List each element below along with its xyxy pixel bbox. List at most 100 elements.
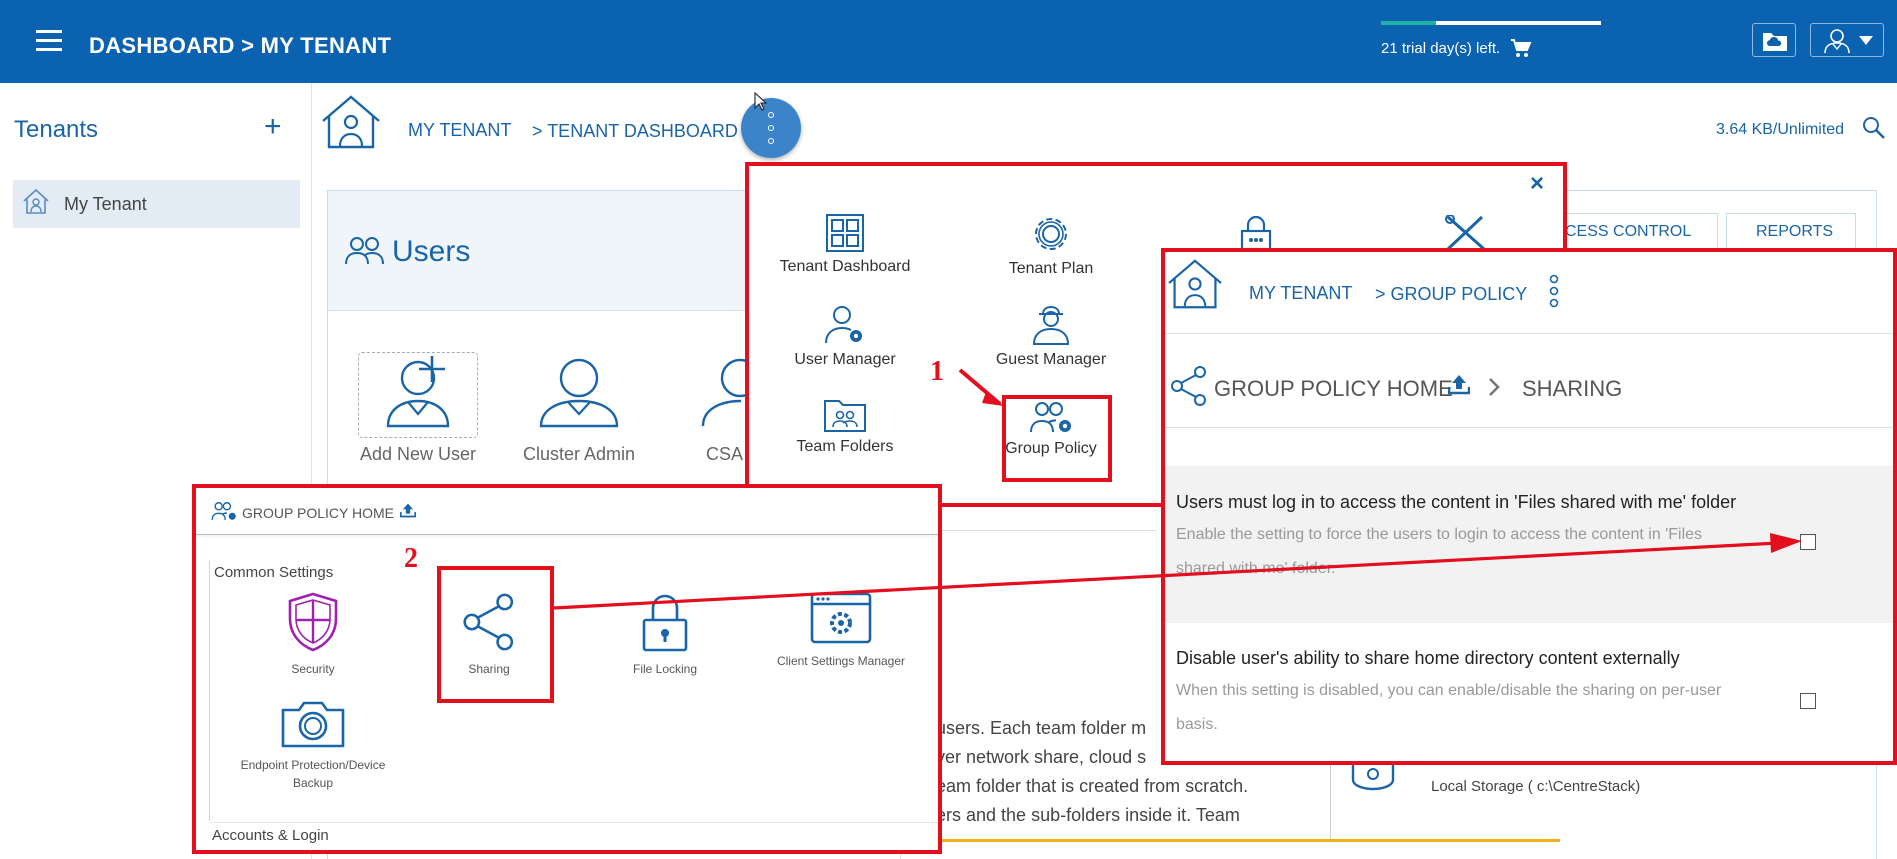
cart-icon[interactable]	[1510, 38, 1532, 58]
user-gear-icon	[825, 306, 862, 344]
mouse-cursor-icon	[754, 92, 768, 111]
more-options-button[interactable]	[741, 98, 801, 158]
group-policy-home-link[interactable]: GROUP POLICY HOME	[1214, 376, 1453, 402]
cluster-admin-icon[interactable]	[538, 356, 620, 428]
policy-item-label: Endpoint Protection/Device Backup	[240, 758, 386, 790]
step-annotation-2: 2	[404, 543, 418, 574]
chevron-right-icon	[1489, 378, 1500, 396]
setting-row: Disable user's ability to share home dir…	[1165, 623, 1893, 761]
divider	[210, 822, 938, 823]
team-folder-icon	[824, 400, 866, 432]
tenants-title: Tenants	[14, 116, 99, 143]
breadcrumb-tenant-link[interactable]: MY TENANT	[408, 120, 511, 141]
setting-description: Enable the setting to force the users to…	[1176, 526, 1703, 577]
upload-icon[interactable]	[400, 502, 416, 518]
gear-icon	[1035, 218, 1067, 250]
setting-title: Disable user's ability to share home dir…	[1176, 648, 1680, 668]
grid-icon	[826, 214, 864, 252]
content-divider-horizontal	[936, 530, 1156, 531]
page-title: DASHBOARD > MY TENANT	[89, 33, 392, 58]
camera-icon	[281, 701, 345, 748]
users-title: Users	[392, 235, 471, 268]
menu-item-tenant-plan[interactable]: Tenant Plan	[961, 214, 1141, 278]
policy-item-endpoint-protection[interactable]: Endpoint Protection/Device Backup	[228, 700, 398, 792]
policy-item-label: File Locking	[632, 662, 698, 676]
divider	[196, 534, 938, 535]
policy-item-label: Client Settings Manager	[776, 654, 906, 668]
breadcrumb-tenant-link[interactable]: MY TENANT	[1249, 283, 1352, 304]
trial-progress-bar	[1381, 21, 1601, 25]
group-users-icon	[211, 502, 236, 520]
notification-bar	[940, 839, 1560, 859]
add-tenant-button[interactable]: +	[264, 110, 282, 144]
lock-icon	[1240, 215, 1272, 249]
chevron-down-icon	[1859, 36, 1873, 45]
house-icon	[23, 188, 49, 214]
sharing-highlight	[437, 566, 554, 703]
local-storage-text: Local Storage ( c:\CentreStack)	[1431, 778, 1641, 795]
policy-item-label: Security	[291, 662, 335, 676]
padlock-icon	[642, 594, 688, 652]
divider	[1165, 333, 1893, 334]
divider	[1165, 427, 1893, 428]
breadcrumb-group-policy-link[interactable]: > GROUP POLICY	[1375, 284, 1527, 305]
csa-user-icon[interactable]	[700, 356, 745, 428]
menu-item-user-manager[interactable]: User Manager	[755, 305, 935, 369]
setting-checkbox[interactable]	[1800, 693, 1816, 709]
menu-item-guest-manager[interactable]: Guest Manager	[961, 305, 1141, 369]
sharing-breadcrumb: SHARING	[1522, 376, 1623, 401]
user-menu-button[interactable]	[1810, 23, 1884, 57]
add-user-icon	[386, 356, 450, 428]
common-settings-heading: Common Settings	[214, 564, 334, 581]
group-policy-highlight	[1002, 395, 1112, 482]
setting-checkbox[interactable]	[1800, 534, 1816, 550]
tenant-home-icon	[322, 95, 380, 149]
users-icon	[345, 237, 384, 265]
group-policy-home-title: GROUP POLICY HOME	[242, 505, 394, 521]
trial-progress-fill	[1381, 21, 1436, 25]
hamburger-menu-icon[interactable]	[36, 30, 62, 52]
add-new-user-label: Add New User	[359, 444, 477, 464]
more-options-icon[interactable]	[1548, 274, 1560, 308]
menu-item-tenant-dashboard[interactable]: Tenant Dashboard	[755, 214, 935, 276]
step-annotation-1: 1	[930, 356, 944, 387]
settings-window-icon	[810, 592, 872, 644]
menu-item-label: Guest Manager	[995, 351, 1107, 368]
tab-reports[interactable]: REPORTS	[1726, 213, 1856, 249]
csa-label: CSA	[706, 444, 744, 464]
breadcrumb-dashboard-link[interactable]: > TENANT DASHBOARD	[532, 121, 738, 142]
menu-item-label: Tenant Dashboard	[779, 258, 911, 275]
top-bar: DASHBOARD > MY TENANT 21 trial day(s) le…	[0, 0, 1897, 83]
storage-usage-text: 3.64 KB/Unlimited	[1716, 121, 1845, 138]
menu-item-label: Team Folders	[796, 438, 894, 455]
setting-title: Users must log in to access the content …	[1176, 492, 1737, 512]
search-icon[interactable]	[1862, 116, 1886, 140]
menu-item-label: User Manager	[794, 351, 896, 368]
policy-item-security[interactable]: Security	[228, 592, 398, 678]
policy-item-client-settings-manager[interactable]: Client Settings Manager	[756, 592, 926, 670]
trial-days-text: 21 trial day(s) left.	[1381, 40, 1501, 57]
users-section-header	[328, 191, 748, 311]
tenant-home-icon	[1168, 259, 1222, 309]
accounts-login-heading: Accounts & Login	[212, 827, 329, 844]
policy-item-file-locking[interactable]: File Locking	[580, 592, 750, 678]
tab-reports-label: REPORTS	[1756, 223, 1834, 240]
tab-access-control[interactable]: CESS CONTROL	[1552, 213, 1718, 249]
tab-access-label: CESS CONTROL	[1565, 223, 1692, 240]
team-text-line: eam folder that is created from scratch.	[936, 776, 1249, 796]
upload-icon[interactable]	[1448, 373, 1470, 395]
section-rule	[209, 561, 210, 821]
tenant-item-label: My Tenant	[64, 194, 147, 214]
share-icon	[1171, 366, 1206, 406]
menu-item-team-folders[interactable]: Team Folders	[755, 398, 935, 456]
close-icon[interactable]: ×	[1530, 170, 1544, 198]
cloud-folder-button[interactable]	[1752, 23, 1796, 57]
setting-row: Users must log in to access the content …	[1165, 466, 1893, 623]
user-avatar-icon	[1824, 29, 1850, 54]
cluster-admin-label: Cluster Admin	[522, 444, 636, 464]
tenant-list-item[interactable]: My Tenant	[13, 180, 300, 228]
security-shield-icon	[288, 592, 338, 652]
setting-description: When this setting is disabled, you can e…	[1176, 682, 1722, 733]
tools-icon	[1445, 215, 1485, 249]
team-text-line: ers and the sub-folders inside it. Team	[936, 805, 1240, 825]
